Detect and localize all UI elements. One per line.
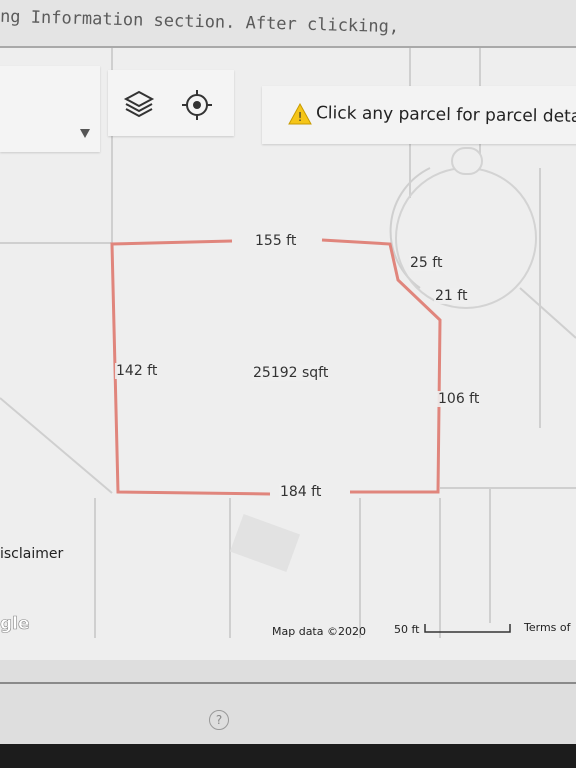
notice-text: Click any parcel for parcel deta <box>315 103 576 127</box>
parcel-right-upper-edge-label: 21 ft <box>434 288 469 304</box>
parcel-top-edge-label: 155 ft <box>254 233 298 249</box>
divider <box>0 682 576 684</box>
page-bottom-area: ? <box>0 660 576 768</box>
parcel-bottom-edge-label: 184 ft <box>279 484 323 500</box>
disclaimer-link[interactable]: isclaimer <box>0 546 63 562</box>
svg-text:!: ! <box>298 110 303 124</box>
help-icon[interactable]: ? <box>209 710 229 730</box>
parcel-right-edge-label: 106 ft <box>437 391 481 407</box>
scale-bar <box>424 624 511 633</box>
chevron-down-icon[interactable] <box>80 129 90 138</box>
terms-link[interactable]: Terms of <box>524 621 571 634</box>
page-top-bar: ng Information section. After clicking, <box>0 0 576 48</box>
parcel-left-edge-label: 142 ft <box>115 363 159 379</box>
layer-select[interactable] <box>0 66 100 152</box>
parcel-outline <box>321 238 442 494</box>
scale-label: 50 ft <box>394 623 420 636</box>
google-logo: gle <box>0 614 30 635</box>
parcel-top-right-edge-label: 25 ft <box>409 255 444 271</box>
taskbar <box>0 744 576 768</box>
parcel-area-label: 25192 sqft <box>252 365 330 381</box>
intro-text: ng Information section. After clicking, <box>0 6 400 38</box>
parcel-map[interactable]: ! Click any parcel for parcel deta 155 f… <box>0 48 576 660</box>
map-data-credit: Map data ©2020 <box>272 625 366 638</box>
